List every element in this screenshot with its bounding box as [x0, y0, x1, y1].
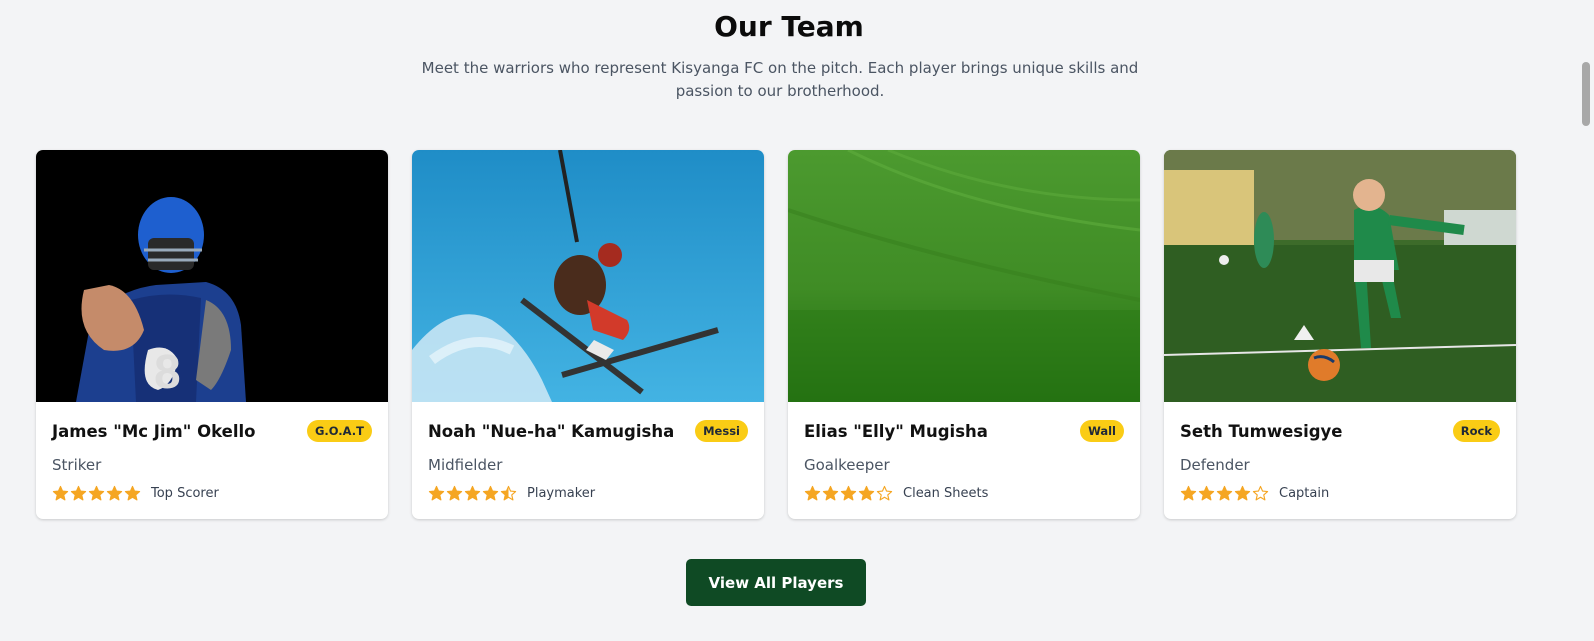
- star-empty-icon: [1252, 485, 1269, 501]
- star-full-icon: [1198, 485, 1215, 501]
- player-badge: Messi: [695, 420, 748, 442]
- star-full-icon: [464, 485, 481, 501]
- player-role: Goalkeeper: [804, 456, 890, 474]
- player-name: Elias "Elly" Mugisha: [804, 422, 988, 441]
- star-half-icon: [500, 485, 517, 501]
- football-player-photo: 8: [36, 150, 388, 402]
- star-full-icon: [446, 485, 463, 501]
- skier-photo: [412, 150, 764, 402]
- star-full-icon: [124, 485, 141, 501]
- star-rating: [804, 485, 893, 502]
- scrollbar-thumb[interactable]: [1582, 62, 1590, 126]
- player-role: Midfielder: [428, 456, 503, 474]
- player-rating: Captain: [1180, 485, 1329, 502]
- star-full-icon: [1180, 485, 1197, 501]
- kid-soccer-photo: [1164, 150, 1516, 402]
- player-tag: Clean Sheets: [903, 486, 989, 501]
- player-rating: Playmaker: [428, 485, 595, 502]
- star-full-icon: [804, 485, 821, 501]
- player-badge: Rock: [1452, 420, 1500, 442]
- star-full-icon: [858, 485, 875, 501]
- player-role: Defender: [1180, 456, 1250, 474]
- star-full-icon: [822, 485, 839, 501]
- team-section: Our Team Meet the warriors who represent…: [0, 0, 1594, 641]
- player-tag: Playmaker: [527, 486, 596, 501]
- player-name: James "Mc Jim" Okello: [52, 422, 256, 441]
- view-all-players-button[interactable]: View All Players: [686, 559, 866, 606]
- star-full-icon: [840, 485, 857, 501]
- star-full-icon: [1216, 485, 1233, 501]
- player-name: Noah "Nue-ha" Kamugisha: [428, 422, 675, 441]
- star-full-icon: [70, 485, 87, 501]
- player-rating: Clean Sheets: [804, 485, 988, 502]
- svg-text:8: 8: [154, 346, 181, 399]
- player-card[interactable]: Noah "Nue-ha" Kamugisha Messi Midfielder…: [412, 150, 764, 519]
- star-full-icon: [106, 485, 123, 501]
- player-tag: Captain: [1279, 486, 1330, 501]
- section-subtitle: Meet the warriors who represent Kisyanga…: [421, 59, 1139, 100]
- player-rating: Top Scorer: [52, 485, 219, 502]
- page-scrollbar[interactable]: [1578, 0, 1594, 641]
- player-badge: Wall: [1080, 420, 1124, 442]
- player-role: Striker: [52, 456, 102, 474]
- star-full-icon: [1234, 485, 1251, 501]
- player-badge: G.O.A.T: [306, 420, 372, 442]
- star-full-icon: [52, 485, 69, 501]
- star-full-icon: [88, 485, 105, 501]
- star-rating: [1180, 485, 1269, 502]
- star-rating: [52, 485, 141, 502]
- player-card[interactable]: 8 James "Mc Jim" Okello G.O.A.T Striker …: [36, 150, 388, 519]
- star-empty-icon: [876, 485, 893, 501]
- player-name: Seth Tumwesigye: [1180, 422, 1343, 441]
- player-tag: Top Scorer: [151, 486, 219, 501]
- player-card[interactable]: Seth Tumwesigye Rock Defender Captain: [1164, 150, 1516, 519]
- star-full-icon: [428, 485, 445, 501]
- section-title: Our Team: [714, 10, 864, 43]
- player-card[interactable]: Elias "Elly" Mugisha Wall Goalkeeper Cle…: [788, 150, 1140, 519]
- star-full-icon: [482, 485, 499, 501]
- star-rating: [428, 485, 517, 502]
- grass-field-photo: [788, 150, 1140, 402]
